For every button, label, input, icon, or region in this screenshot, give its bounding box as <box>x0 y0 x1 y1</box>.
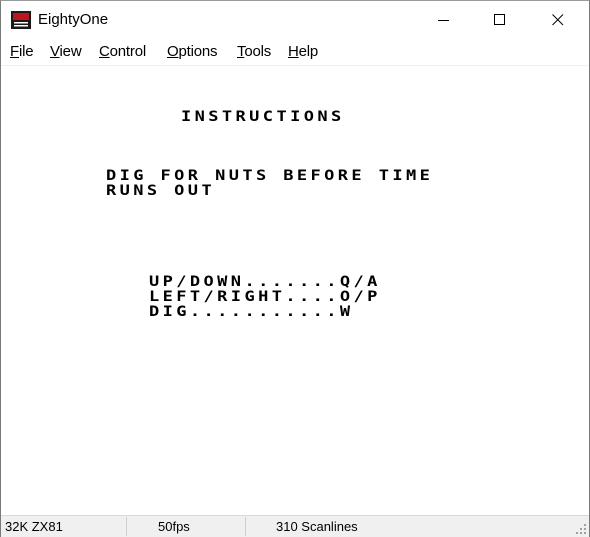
menu-file[interactable]: File <box>10 43 34 61</box>
menu-help[interactable]: Help <box>288 43 318 61</box>
maximize-icon <box>494 14 505 25</box>
menu-file-label: ile <box>18 43 34 60</box>
menu-help-label: elp <box>298 43 319 60</box>
app-window: EightyOne File View Control Options Tool… <box>0 0 590 537</box>
instructions-heading: INSTRUCTIONS <box>181 108 345 125</box>
controls-leftright: LEFT/RIGHT....O/P <box>149 288 381 305</box>
menu-control[interactable]: Control <box>99 43 146 61</box>
status-machine-model: 32K ZX81 <box>5 519 63 534</box>
status-divider <box>126 517 127 536</box>
instructions-text-line1: DIG FOR NUTS BEFORE TIME <box>106 167 434 184</box>
minimize-icon <box>438 20 449 21</box>
menu-view[interactable]: View <box>50 43 82 61</box>
instructions-text-line2: RUNS OUT <box>106 182 216 199</box>
menu-bar: File View Control Options Tools Help <box>1 39 589 66</box>
status-scanlines: 310 Scanlines <box>276 519 358 534</box>
menu-tools-label: ools <box>244 43 272 60</box>
menu-view-accel: V <box>50 43 60 60</box>
close-button[interactable] <box>535 1 581 39</box>
controls-updown: UP/DOWN.......Q/A <box>149 273 381 290</box>
maximize-button[interactable] <box>477 1 523 39</box>
title-bar[interactable]: EightyOne <box>1 1 589 39</box>
zx81-computer-icon <box>11 11 31 29</box>
status-divider <box>245 517 246 536</box>
resize-grip-icon[interactable] <box>576 524 587 535</box>
close-icon <box>552 14 564 26</box>
menu-file-accel: F <box>10 43 19 60</box>
menu-control-label: ontrol <box>109 43 147 60</box>
menu-tools[interactable]: Tools <box>237 43 271 61</box>
menu-control-accel: C <box>99 43 110 60</box>
window-title: EightyOne <box>38 11 109 28</box>
menu-options[interactable]: Options <box>167 43 217 61</box>
status-fps: 50fps <box>158 519 190 534</box>
status-bar: 32K ZX81 50fps 310 Scanlines <box>1 515 589 537</box>
menu-options-label: ptions <box>178 43 218 60</box>
controls-dig: DIG...........W <box>149 303 354 320</box>
menu-view-label: iew <box>59 43 82 60</box>
minimize-button[interactable] <box>421 1 467 39</box>
menu-help-accel: H <box>288 43 299 60</box>
menu-options-accel: O <box>167 43 179 60</box>
emulator-display[interactable]: INSTRUCTIONS DIG FOR NUTS BEFORE TIME RU… <box>1 66 589 515</box>
